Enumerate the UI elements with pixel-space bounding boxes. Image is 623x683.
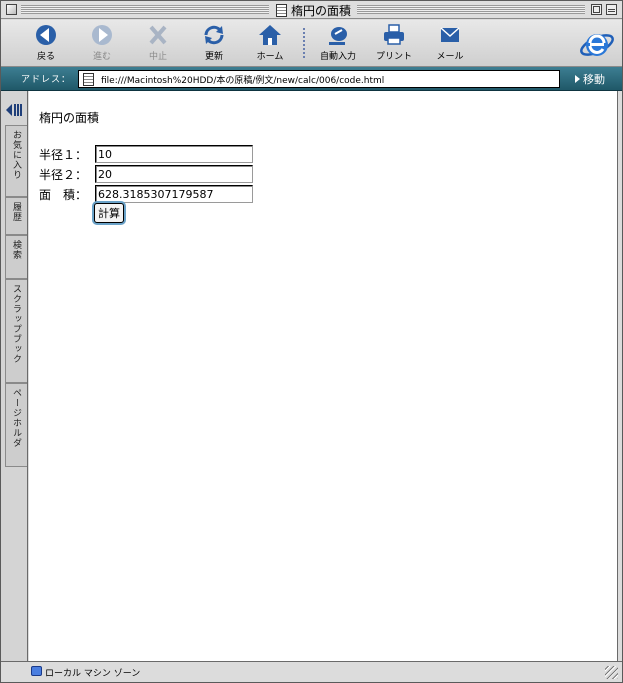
sidebar-tab-search-label: 検索 xyxy=(11,240,21,260)
status-bar: ローカル マシン ゾーン xyxy=(1,661,622,682)
home-icon xyxy=(259,25,281,45)
go-button[interactable]: 移動 xyxy=(575,70,605,88)
sidebar-tab-favorites[interactable]: お気に入り xyxy=(5,125,27,197)
go-label: 移動 xyxy=(583,73,605,86)
local-zone-icon xyxy=(31,666,42,676)
autofill-label: 自動入力 xyxy=(319,52,356,62)
security-zone-text: ローカル マシン ゾーン xyxy=(45,669,141,679)
radius2-input[interactable] xyxy=(95,165,253,183)
internet-explorer-logo-icon xyxy=(580,34,614,56)
area-row: 面 積： xyxy=(39,185,253,203)
address-field[interactable]: file:///Macintosh%20HDD/本の原稿/例文/new/calc… xyxy=(78,70,560,88)
browser-window: 楕円の面積 戻る 進む 中止 更新 ホーム 自動入力 プリント メール アドレス… xyxy=(0,0,623,683)
sidebar-tab-history-label: 履歴 xyxy=(11,202,21,222)
mail-button[interactable]: メール xyxy=(423,23,477,65)
address-bar: アドレス： file:///Macintosh%20HDD/本の原稿/例文/ne… xyxy=(1,67,622,91)
radius1-label: 半径１： xyxy=(39,147,88,162)
sidebar-tab-scrapbook-label: スクラップブック xyxy=(11,284,21,364)
radius2-label: 半径２： xyxy=(39,167,88,182)
forward-arrow-icon xyxy=(92,25,112,45)
back-button[interactable]: 戻る xyxy=(19,23,73,65)
autofill-button[interactable]: 自動入力 xyxy=(311,23,365,65)
printer-icon xyxy=(384,24,404,45)
sidebar-tab-history[interactable]: 履歴 xyxy=(5,197,27,235)
refresh-icon xyxy=(204,25,224,45)
sidebar-tab-page-holder-label: ページホルダ xyxy=(11,388,21,448)
address-label: アドレス： xyxy=(21,75,72,85)
area-output[interactable] xyxy=(95,185,253,203)
explorer-sidebar: お気に入り 履歴 検索 スクラップブック ページホルダ xyxy=(1,91,28,661)
go-arrow-icon xyxy=(575,75,580,83)
title-stripes-right xyxy=(357,5,585,14)
mail-envelope-icon xyxy=(440,27,460,42)
window-title: 楕円の面積 xyxy=(273,2,355,18)
stop-label: 中止 xyxy=(148,52,167,62)
sidebar-toggle-icon[interactable] xyxy=(6,103,24,117)
home-label: ホーム xyxy=(256,52,284,62)
address-url[interactable]: file:///Macintosh%20HDD/本の原稿/例文/new/calc… xyxy=(101,73,384,86)
refresh-button[interactable]: 更新 xyxy=(187,23,241,65)
area-label: 面 積： xyxy=(39,187,88,202)
title-stripes-left xyxy=(21,5,269,14)
refresh-label: 更新 xyxy=(204,52,223,62)
radius2-row: 半径２： xyxy=(39,165,253,183)
print-label: プリント xyxy=(375,52,412,62)
sidebar-tab-scrapbook[interactable]: スクラップブック xyxy=(5,279,27,383)
radius1-row: 半径１： xyxy=(39,145,253,163)
zoom-box[interactable] xyxy=(591,4,602,15)
autofill-pen-icon xyxy=(329,27,347,45)
sidebar-tab-page-holder[interactable]: ページホルダ xyxy=(5,383,27,467)
back-label: 戻る xyxy=(36,52,55,62)
document-icon xyxy=(276,3,287,17)
toolbar: 戻る 進む 中止 更新 ホーム 自動入力 プリント メール xyxy=(1,20,622,67)
mail-label: メール xyxy=(436,52,464,62)
resize-grip[interactable] xyxy=(605,666,618,679)
window-title-text: 楕円の面積 xyxy=(291,3,352,18)
back-arrow-icon xyxy=(36,25,56,45)
page-document-icon xyxy=(83,72,94,86)
title-bar[interactable]: 楕円の面積 xyxy=(1,1,622,19)
stop-x-icon xyxy=(149,25,167,45)
collapse-box[interactable] xyxy=(606,4,617,15)
calculate-button[interactable]: 計算 xyxy=(94,203,124,223)
radius1-input[interactable] xyxy=(95,145,253,163)
print-button[interactable]: プリント xyxy=(367,23,421,65)
home-button[interactable]: ホーム xyxy=(243,23,297,65)
toolbar-separator xyxy=(303,28,305,60)
sidebar-tab-search[interactable]: 検索 xyxy=(5,235,27,279)
page-heading: 楕円の面積 xyxy=(39,111,100,125)
sidebar-tab-favorites-label: お気に入り xyxy=(11,130,21,180)
page-content: 楕円の面積 半径１： 半径２： 面 積： 計算 xyxy=(29,91,618,661)
forward-button[interactable]: 進む xyxy=(75,23,129,65)
close-box[interactable] xyxy=(6,4,17,15)
stop-button[interactable]: 中止 xyxy=(131,23,185,65)
forward-label: 進む xyxy=(92,52,111,62)
